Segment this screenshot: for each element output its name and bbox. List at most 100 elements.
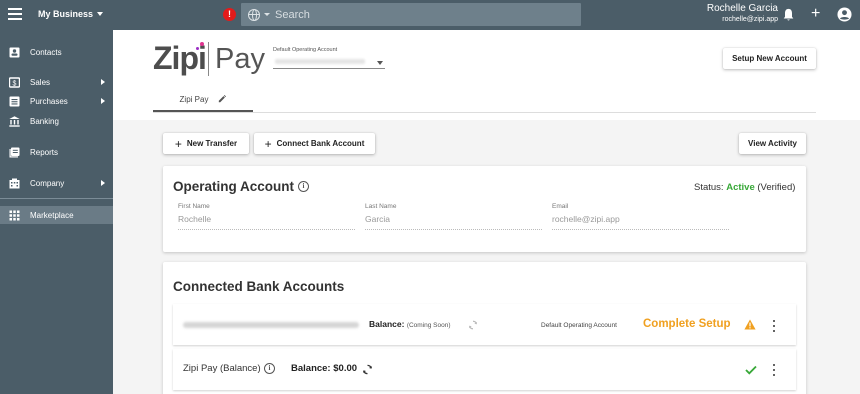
blurred-account-name [275, 59, 365, 64]
sidebar-item-label: Purchases [30, 96, 68, 106]
sidebar-divider [0, 198, 113, 199]
balance-value: (Coming Soon) [406, 322, 451, 329]
view-activity-button[interactable]: View Activity [739, 133, 806, 154]
new-transfer-button[interactable]: + New Transfer [163, 133, 249, 154]
chevron-right-icon [101, 98, 105, 104]
sidebar: Contacts $ Sales Purchases Banking Repor… [0, 30, 113, 394]
svg-text:$: $ [13, 80, 17, 87]
top-bar: My Business ! Rochelle Garcia rochelle@z… [0, 0, 860, 30]
connect-bank-account-button[interactable]: + Connect Bank Account [254, 133, 375, 154]
search-bar [241, 3, 581, 26]
chevron-down-icon [97, 12, 104, 16]
business-selector[interactable]: My Business [38, 9, 104, 19]
list-item: Zipi Pay (Balance) i Balance: $0.00 [173, 349, 796, 390]
operating-account-card: Operating Account i Status: Active (Veri… [163, 166, 806, 252]
balance-title: Balance: [291, 363, 331, 374]
info-icon[interactable]: i [264, 363, 275, 374]
account-circle-icon[interactable] [837, 7, 852, 22]
sales-icon: $ [9, 76, 20, 88]
list-item: Balance: (Coming Soon) Default Operating… [173, 304, 796, 345]
plus-icon: + [264, 136, 272, 151]
sidebar-item-company[interactable]: Company [0, 174, 113, 192]
user-info[interactable]: Rochelle Garcia rochelle@zipi.app [676, 3, 778, 25]
sidebar-item-marketplace[interactable]: Marketplace [0, 206, 113, 224]
balance-value: $0.00 [333, 363, 358, 374]
tab-zipi-pay[interactable]: Zipi Pay [153, 88, 253, 112]
connected-bank-accounts-title: Connected Bank Accounts [173, 279, 345, 294]
bell-icon[interactable] [782, 8, 795, 22]
default-operating-account-tag: Default Operating Account [541, 322, 617, 329]
new-transfer-label: New Transfer [186, 139, 238, 148]
sidebar-item-label: Company [30, 178, 65, 188]
pencil-icon[interactable] [218, 95, 227, 103]
balance-label: Balance: (Coming Soon) [369, 319, 451, 329]
sidebar-item-banking[interactable]: Banking [0, 112, 113, 130]
last-name-value: Garcia [365, 214, 391, 224]
connect-bank-account-label: Connect Bank Account [276, 139, 365, 148]
balance-label: Balance: $0.00 [291, 363, 357, 374]
first-name-underline [178, 229, 355, 230]
hamburger-menu-icon[interactable] [8, 8, 22, 20]
user-name: Rochelle Garcia [706, 3, 778, 14]
main-content: Zipi Pay Default Operating Account Setup… [113, 30, 860, 394]
zipi-pay-balance-name: Zipi Pay (Balance) [183, 363, 261, 374]
setup-new-account-label: Setup New Account [732, 54, 807, 63]
chevron-down-icon[interactable] [264, 13, 270, 16]
logo-text-zipi: Zipi [153, 40, 207, 76]
status-badge: Active [726, 182, 755, 193]
sidebar-item-label: Contacts [30, 47, 62, 57]
first-name-label: First Name [178, 203, 210, 210]
sidebar-item-label: Marketplace [30, 210, 74, 220]
bank-icon [9, 115, 20, 127]
default-operating-account-select[interactable] [273, 56, 385, 69]
sidebar-item-label: Banking [30, 116, 59, 126]
info-icon[interactable]: i [298, 181, 309, 192]
view-activity-label: View Activity [748, 139, 797, 148]
more-options-icon[interactable] [771, 364, 777, 376]
more-options-icon[interactable] [771, 320, 777, 332]
blurred-bank-account-name [183, 322, 359, 328]
sidebar-item-reports[interactable]: Reports [0, 143, 113, 161]
grid-icon [9, 210, 20, 220]
email-underline [552, 229, 729, 230]
purchases-icon [9, 96, 20, 106]
setup-new-account-button[interactable]: Setup New Account [723, 48, 816, 69]
chevron-right-icon [101, 180, 105, 186]
search-input[interactable] [275, 8, 555, 21]
user-email: rochelle@zipi.app [722, 16, 778, 23]
warning-icon [744, 319, 756, 330]
check-icon [745, 365, 757, 375]
complete-setup-link[interactable]: Complete Setup [643, 318, 731, 330]
chevron-right-icon [101, 79, 105, 85]
add-icon[interactable]: + [811, 6, 820, 22]
business-name: My Business [38, 9, 94, 19]
reports-icon [9, 147, 20, 157]
zipi-pay-logo: Zipi Pay [153, 38, 265, 78]
last-name-label: Last Name [365, 203, 397, 210]
operating-account-title: Operating Account [173, 179, 295, 194]
sidebar-item-contacts[interactable]: Contacts [0, 43, 113, 61]
first-name-value: Rochelle [178, 214, 212, 224]
alert-icon[interactable]: ! [223, 8, 236, 21]
sidebar-item-label: Sales [30, 77, 51, 87]
default-operating-account-label: Default Operating Account [273, 47, 338, 53]
last-name-underline [365, 229, 542, 230]
sync-icon[interactable] [468, 320, 478, 330]
sync-icon[interactable] [362, 364, 373, 375]
globe-icon[interactable] [248, 8, 260, 21]
email-label: Email [552, 203, 569, 210]
tab-underline [153, 112, 816, 113]
plus-icon: + [174, 136, 182, 151]
logo-text-pay: Pay [215, 43, 265, 75]
tab-label: Zipi Pay [179, 94, 209, 104]
header-panel: Zipi Pay Default Operating Account Setup… [113, 30, 860, 120]
sidebar-item-purchases[interactable]: Purchases [0, 92, 113, 110]
sidebar-item-sales[interactable]: $ Sales [0, 73, 113, 91]
email-value: rochelle@zipi.app [552, 214, 620, 224]
connected-bank-accounts-card: Connected Bank Accounts Balance: (Coming… [163, 262, 806, 394]
status-suffix: (Verified) [757, 182, 796, 193]
chevron-down-icon [377, 61, 383, 65]
status-label: Status: [694, 182, 724, 193]
contacts-icon [9, 47, 20, 57]
sidebar-item-label: Reports [30, 147, 59, 157]
